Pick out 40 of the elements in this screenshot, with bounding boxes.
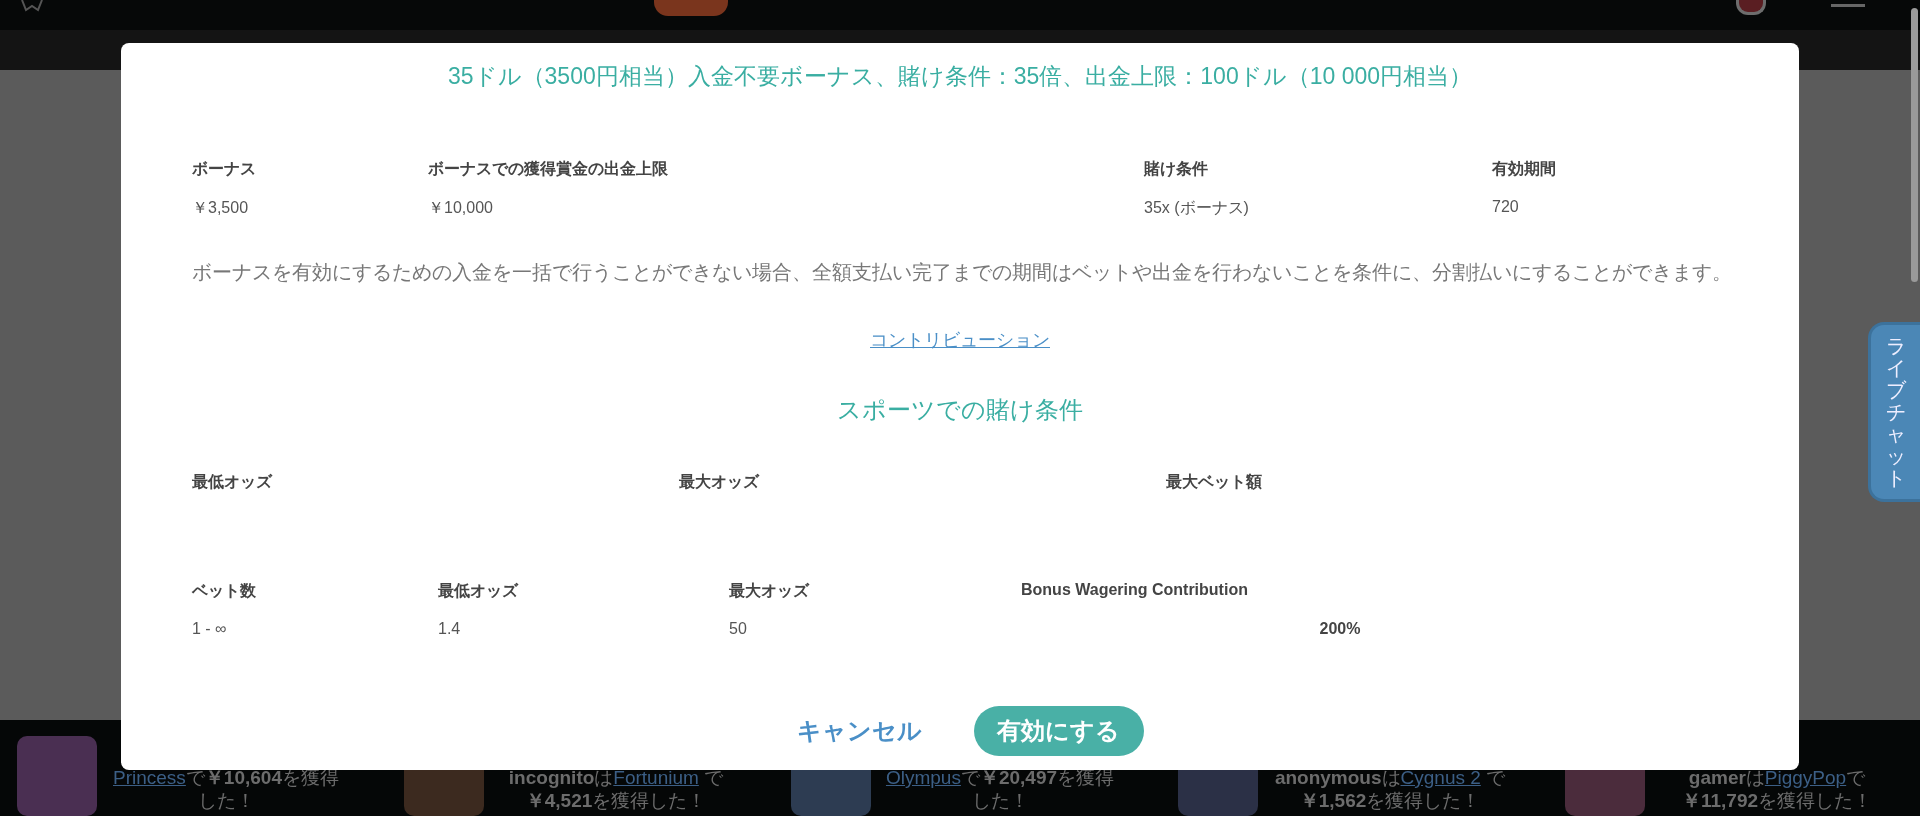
live-chat-tab[interactable]: ライブチャット: [1868, 322, 1920, 502]
win-message: gamerはPiggyPopで ￥11,792を獲得した！: [1680, 766, 1874, 812]
win-message: Olympusで￥20,497を獲得した！: [885, 766, 1115, 812]
section-heading: スポーツでの賭け条件: [836, 395, 1084, 425]
cancel-button[interactable]: キャンセル: [796, 715, 922, 747]
column-header: 最大ベット額: [1166, 472, 1263, 492]
win-message: anonymousはCygnus 2 で ￥1,562を獲得した！: [1273, 766, 1507, 812]
table-cell-text: 1.4: [438, 620, 462, 638]
table-cell-text: ￥3,500: [192, 198, 250, 218]
win-message: incognitoはFortunium で ￥4,521を獲得した！: [507, 766, 725, 812]
column-header: 有効期間: [1492, 159, 1557, 179]
column-header: ボーナス: [192, 159, 257, 179]
contribution-link[interactable]: コントリビューション: [870, 328, 1050, 352]
game-link[interactable]: Cygnus 2: [1400, 767, 1481, 788]
deposit-button[interactable]: [654, 0, 728, 16]
column-header: 賭け条件: [1144, 159, 1209, 179]
table-cell-text: 50: [729, 620, 748, 638]
column-header: 最低オッズ: [438, 581, 520, 601]
column-header: ベット数: [192, 581, 257, 601]
column-header: ボーナスでの獲得賞金の出金上限: [428, 159, 669, 179]
win-message: Princessで￥10,604を獲得した！: [112, 766, 340, 812]
column-header: 最大オッズ: [729, 581, 811, 601]
logo-icon[interactable]: [20, 0, 44, 12]
game-link[interactable]: Princess: [113, 767, 186, 788]
modal-title: 35ドル（3500円相当）入金不要ボーナス、賭け条件：35倍、出金上限：100ドル（10 000円相当）: [446, 62, 1474, 91]
table-cell-text: 1 - ∞: [192, 620, 228, 638]
table-cell-text: ￥10,000: [428, 198, 494, 218]
game-thumbnail[interactable]: [17, 736, 97, 816]
game-link[interactable]: Fortunium: [613, 767, 699, 788]
game-link[interactable]: PiggyPop: [1764, 767, 1847, 788]
column-header: 最低オッズ: [192, 472, 274, 492]
terms-note: ボーナスを有効にするための入金を一括で行うことができない場合、全額支払い完了までの期間はベットや出金を行わないことを条件に、分割払いにすることができます。: [192, 260, 1728, 285]
activate-button[interactable]: 有効にする: [973, 706, 1144, 756]
column-header: Bonus Wagering Contribution: [1021, 581, 1249, 600]
table-cell-text: 200%: [1318, 620, 1362, 638]
table-cell-text: 35x (ボーナス): [1144, 198, 1250, 218]
table-cell-text: 720: [1492, 198, 1520, 217]
scrollbar-thumb[interactable]: [1911, 8, 1918, 282]
game-link[interactable]: Olympus: [885, 767, 961, 788]
column-header: 最大オッズ: [679, 472, 761, 492]
